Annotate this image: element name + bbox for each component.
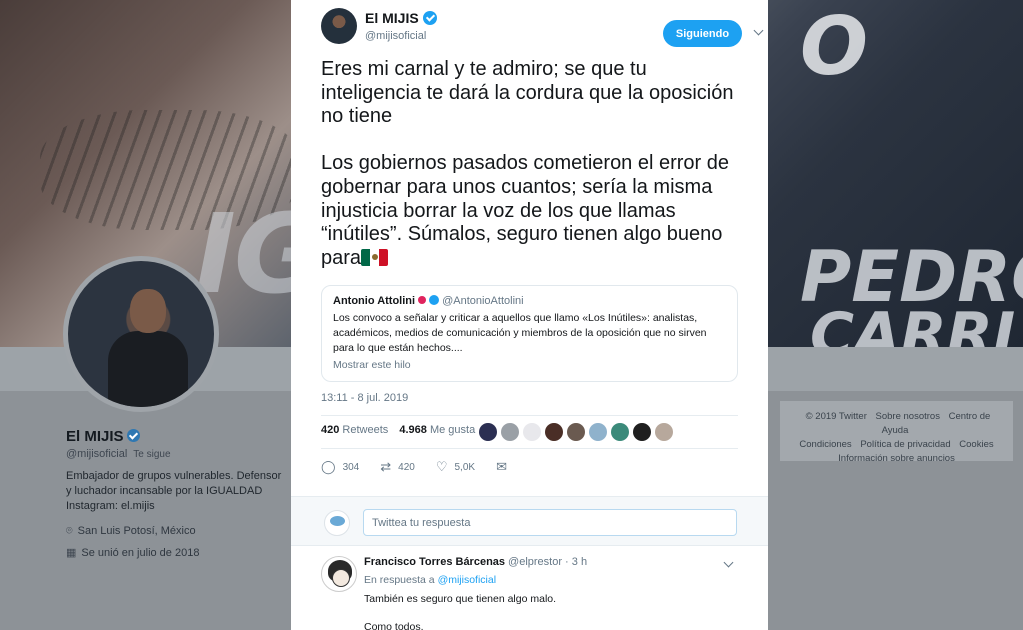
reply-icon: ◯	[321, 459, 336, 474]
quoted-tweet[interactable]: Antonio Attolini @AntonioAttolini Los con…	[321, 285, 738, 382]
avatar-figure	[108, 331, 188, 407]
profile-handle: @mijisoficial Te sigue	[66, 448, 171, 460]
reply-author[interactable]: Francisco Torres Bárcenas @elprestor · 3 …	[364, 556, 587, 568]
reply-compose-area	[291, 496, 768, 546]
message-icon: ✉	[496, 459, 507, 474]
liker-avatar[interactable]	[589, 423, 607, 441]
in-reply-to: En respuesta a @mijisoficial	[364, 574, 496, 586]
profile-location: ⌾ San Luis Potosí, México	[66, 525, 196, 538]
tweet-timestamp[interactable]: 13:11 - 8 jul. 2019	[321, 392, 408, 404]
author-avatar[interactable]	[321, 8, 357, 44]
reply-handle-time[interactable]: @elprestor · 3 h	[508, 556, 587, 568]
calendar-icon: ▦	[66, 547, 77, 559]
heart-icon: ♡	[435, 459, 448, 474]
balloon-icon	[418, 296, 427, 304]
quoted-text: Los convoco a señalar y criticar a aquel…	[333, 312, 707, 354]
show-thread-link[interactable]: Mostrar este hilo	[333, 359, 726, 371]
retweet-count: 420	[398, 461, 415, 473]
likes-count[interactable]: 4.968	[399, 424, 427, 436]
footer-link[interactable]: © 2019 Twitter	[806, 411, 867, 422]
author-handle[interactable]: @mijisoficial	[365, 30, 426, 42]
reply-count: 304	[342, 461, 360, 473]
liker-avatar[interactable]	[523, 423, 541, 441]
footer-links: © 2019 Twitter Sobre nosotros Centro de …	[780, 401, 1013, 464]
liker-avatar[interactable]	[479, 423, 497, 441]
divider	[321, 448, 738, 449]
banner-text: O	[800, 0, 869, 93]
profile-name-text: El MIJIS	[66, 428, 124, 445]
tweet-header: El MIJIS @mijisoficial Siguiendo	[321, 8, 742, 48]
tweet-stats: 420 Retweets 4.968 Me gusta	[321, 424, 475, 436]
avatar-face	[130, 289, 166, 333]
footer-link[interactable]: Condiciones	[799, 439, 851, 450]
retweet-button[interactable]: ⇄ 420	[380, 459, 415, 475]
author-name[interactable]: El MIJIS	[365, 10, 437, 26]
liker-avatar[interactable]	[633, 423, 651, 441]
footer-link[interactable]: Cookies	[959, 439, 993, 450]
tweet-text: Eres mi carnal y te admiro; se que tu in…	[321, 58, 746, 270]
mexico-flag-icon	[361, 248, 389, 266]
quoted-name[interactable]: Antonio Attolini	[333, 295, 415, 307]
profile-bio: Embajador de grupos vulnerables. Defenso…	[66, 470, 282, 512]
footer-link[interactable]: Sobre nosotros	[876, 411, 940, 422]
liker-avatar[interactable]	[567, 423, 585, 441]
retweets-count[interactable]: 420	[321, 424, 339, 436]
verified-icon	[126, 429, 140, 442]
liker-avatars	[479, 423, 673, 441]
location-pin-icon: ⌾	[66, 525, 73, 537]
like-count: 5,0K	[454, 461, 476, 473]
like-button[interactable]: ♡ 5,0K	[436, 459, 475, 475]
quoted-author[interactable]: Antonio Attolini @AntonioAttolini	[333, 295, 726, 307]
footer-link[interactable]: Información sobre anuncios	[838, 453, 955, 464]
reply-author-avatar[interactable]	[321, 556, 357, 592]
profile-name: El MIJIS	[66, 428, 140, 445]
liker-avatar[interactable]	[611, 423, 629, 441]
dm-button[interactable]: ✉	[496, 459, 514, 475]
location-text: San Luis Potosí, México	[77, 525, 196, 537]
in-reply-prefix: En respuesta a	[364, 574, 435, 586]
verified-icon	[422, 11, 437, 25]
retweets-label[interactable]: Retweets	[342, 424, 388, 436]
follows-you-badge: Te sigue	[133, 449, 171, 460]
chevron-down-icon[interactable]	[723, 558, 735, 570]
liker-avatar[interactable]	[501, 423, 519, 441]
reply-input[interactable]	[363, 509, 737, 536]
reply-text: Como todos.	[364, 621, 424, 630]
join-date-text: Se unió en julio de 2018	[81, 547, 200, 559]
footer-link[interactable]: Política de privacidad	[860, 439, 950, 450]
reply-button[interactable]: ◯ 304	[321, 459, 359, 475]
current-user-avatar	[324, 510, 350, 536]
profile-join-date: ▦ Se unió en julio de 2018	[66, 546, 199, 559]
in-reply-handle-link[interactable]: @mijisoficial	[438, 574, 497, 586]
profile-avatar[interactable]	[63, 256, 219, 412]
reply-text: También es seguro que tienen algo malo.	[364, 593, 557, 605]
tweet-body: Eres mi carnal y te admiro; se que tu in…	[321, 58, 734, 269]
handle-text: @mijisoficial	[66, 448, 128, 460]
chevron-down-icon[interactable]	[753, 26, 767, 40]
verified-icon	[429, 295, 440, 305]
quoted-handle[interactable]: @AntonioAttolini	[442, 295, 524, 307]
tweet-modal: El MIJIS @mijisoficial Siguiendo Eres mi…	[291, 0, 768, 630]
retweet-icon: ⇄	[380, 459, 392, 474]
likes-label[interactable]: Me gusta	[430, 424, 475, 436]
liker-avatar[interactable]	[545, 423, 563, 441]
reply-author-name[interactable]: Francisco Torres Bárcenas	[364, 556, 505, 568]
following-button[interactable]: Siguiendo	[663, 20, 742, 47]
author-name-text[interactable]: El MIJIS	[365, 10, 419, 26]
divider	[321, 415, 738, 416]
tweet-actions: ◯ 304 ⇄ 420 ♡ 5,0K ✉	[321, 459, 535, 475]
liker-avatar[interactable]	[655, 423, 673, 441]
